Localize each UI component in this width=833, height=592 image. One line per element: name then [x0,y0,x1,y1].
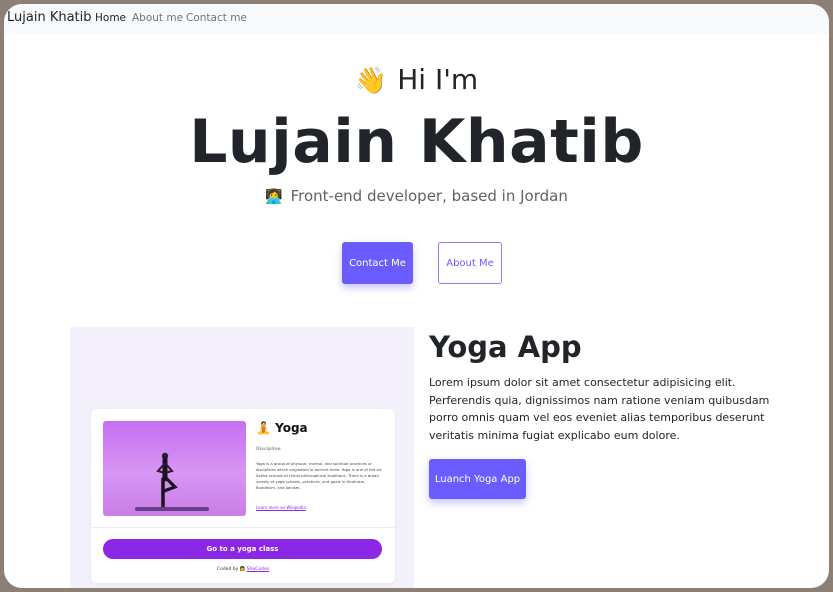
card-text: Yoga is a group of physical, mental, and… [256,461,382,490]
card-divider [91,527,395,528]
yoga-class-button[interactable]: Go to a yoga class [103,539,382,559]
card-label: Discipline [256,447,281,452]
tagline-text: Front-end developer, based in Jordan [290,187,568,205]
wave-icon: 👋 [354,66,388,96]
card-title: 🧘 Yoga [256,421,308,435]
greeting: 👋 Hi I'm [4,63,829,96]
footer-prefix: Coded by 👩 [216,567,246,572]
nav-home[interactable]: Home [95,12,126,24]
shecodes-link[interactable]: SheCodes [247,567,269,572]
launch-yoga-app-button[interactable]: Luanch Yoga App [429,459,526,499]
card-footer: Coded by 👩 SheCodes [91,567,395,572]
yoga-figure-icon [156,452,178,508]
page-title: Lujain Khatib [189,107,644,177]
project-preview-image: 🧘 Yoga Discipline Yoga is a group of phy… [70,327,414,588]
brand-logo[interactable]: Lujain Khatib [7,10,92,25]
nav-about-me[interactable]: About me [132,12,183,24]
browser-viewport: Lujain Khatib Home About me Contact me 👋… [4,4,829,588]
navbar: Lujain Khatib Home About me Contact me [4,4,829,34]
yoga-card: 🧘 Yoga Discipline Yoga is a group of phy… [91,409,395,583]
tagline: 👩‍💻 Front-end developer, based in Jordan [4,187,829,205]
yoga-mat [135,507,209,511]
wikipedia-link[interactable]: Learn more on Wikipedia [256,505,306,510]
nav-contact-me[interactable]: Contact me [186,12,247,24]
contact-me-button[interactable]: Contact Me [342,242,413,284]
developer-icon: 👩‍💻 [265,189,283,205]
project-description: Lorem ipsum dolor sit amet consectetur a… [429,376,770,442]
yoga-photo [103,421,246,516]
about-me-button[interactable]: About Me [438,242,502,284]
project-title: Yoga App [429,330,582,364]
greeting-text: Hi I'm [397,63,479,96]
